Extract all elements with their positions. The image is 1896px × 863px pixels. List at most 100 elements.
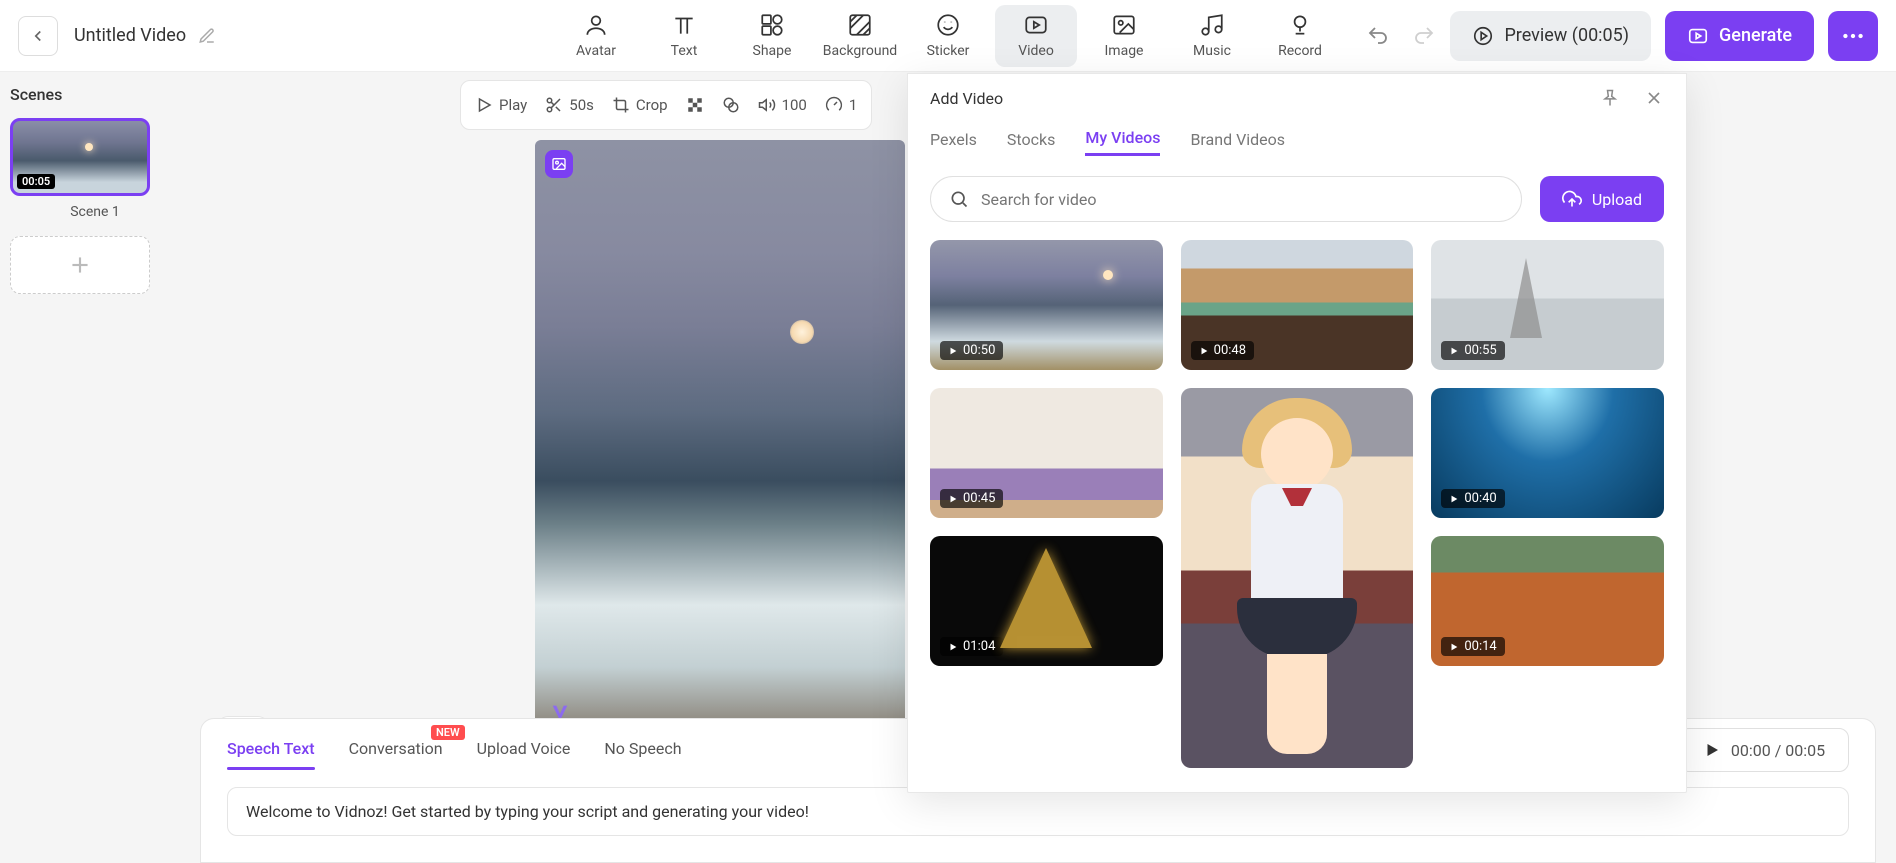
search-input[interactable] bbox=[981, 190, 1503, 209]
tab-conversation[interactable]: ConversationNEW bbox=[349, 739, 443, 762]
tab-my-videos[interactable]: My Videos bbox=[1085, 128, 1160, 156]
close-button[interactable] bbox=[1644, 88, 1664, 108]
video-duration: 00:45 bbox=[940, 489, 1003, 508]
tab-speech-text[interactable]: Speech Text bbox=[227, 739, 315, 762]
time-display: 00:00 / 00:05 bbox=[1731, 741, 1825, 760]
tool-sticker[interactable]: Sticker bbox=[907, 5, 989, 67]
generate-button[interactable]: Generate bbox=[1665, 11, 1814, 61]
scenes-heading: Scenes bbox=[10, 85, 180, 104]
add-scene-button[interactable] bbox=[10, 236, 150, 294]
droplet-icon bbox=[722, 96, 740, 114]
crop-button[interactable]: Crop bbox=[612, 96, 668, 114]
tool-label: Shape bbox=[753, 43, 792, 59]
top-toolbar: Avatar Text Shape Background Sticker Vid… bbox=[555, 5, 1341, 67]
tool-avatar[interactable]: Avatar bbox=[555, 5, 637, 67]
image-badge-icon bbox=[551, 156, 567, 172]
duration-button[interactable]: 50s bbox=[545, 96, 594, 114]
video-grid: 00:50 00:48 00:55 00:45 00:40 01:04 00:1… bbox=[908, 236, 1686, 790]
tab-upload-voice[interactable]: Upload Voice bbox=[477, 739, 571, 762]
tool-music[interactable]: Music bbox=[1171, 5, 1253, 67]
tab-brand-videos[interactable]: Brand Videos bbox=[1190, 130, 1285, 155]
record-icon bbox=[1287, 12, 1313, 38]
tool-record[interactable]: Record bbox=[1259, 5, 1341, 67]
header-right: Preview (00:05) Generate bbox=[1366, 11, 1878, 61]
video-duration: 00:50 bbox=[940, 341, 1003, 360]
video-card[interactable]: 00:55 bbox=[1431, 240, 1664, 370]
add-video-panel: Add Video Pexels Stocks My Videos Brand … bbox=[907, 73, 1687, 793]
play-icon bbox=[1703, 741, 1721, 759]
pin-icon bbox=[1600, 88, 1620, 108]
shape-icon bbox=[759, 12, 785, 38]
tool-label: Music bbox=[1193, 43, 1231, 59]
video-card[interactable]: 00:14 bbox=[1431, 536, 1664, 666]
video-duration: 00:55 bbox=[1441, 341, 1504, 360]
generate-icon bbox=[1687, 25, 1709, 47]
background-icon bbox=[847, 12, 873, 38]
pin-button[interactable] bbox=[1600, 88, 1620, 108]
gauge-icon bbox=[825, 96, 843, 114]
tool-text[interactable]: Text bbox=[643, 5, 725, 67]
video-icon bbox=[1023, 12, 1049, 38]
generate-label: Generate bbox=[1719, 25, 1792, 46]
volume-icon bbox=[758, 96, 776, 114]
edit-title-button[interactable] bbox=[198, 27, 216, 45]
tool-label: Background bbox=[823, 43, 897, 59]
upload-button[interactable]: Upload bbox=[1540, 176, 1664, 222]
pencil-icon bbox=[198, 27, 216, 45]
video-source-tabs: Pexels Stocks My Videos Brand Videos bbox=[908, 122, 1686, 162]
tool-label: Video bbox=[1018, 43, 1054, 59]
tool-background[interactable]: Background bbox=[819, 5, 901, 67]
video-card[interactable]: 00:48 bbox=[1181, 240, 1414, 370]
video-card[interactable]: 00:50 bbox=[930, 240, 1163, 370]
app-header: Untitled Video Avatar Text Shape Backgro… bbox=[0, 0, 1896, 72]
more-button[interactable] bbox=[1828, 11, 1878, 61]
tool-video[interactable]: Video bbox=[995, 5, 1077, 67]
music-icon bbox=[1199, 12, 1225, 38]
volume-button[interactable]: 100 bbox=[758, 96, 807, 114]
speed-button[interactable]: 1 bbox=[825, 96, 857, 114]
redo-button[interactable] bbox=[1412, 24, 1436, 48]
play-button[interactable]: Play bbox=[475, 96, 527, 114]
play-circle-icon bbox=[1472, 25, 1494, 47]
video-card[interactable]: 00:40 bbox=[1431, 388, 1664, 518]
tool-label: Sticker bbox=[927, 43, 970, 59]
preview-button[interactable]: Preview (00:05) bbox=[1450, 11, 1651, 61]
video-card[interactable]: 01:04 bbox=[930, 536, 1163, 666]
opacity-button[interactable] bbox=[686, 96, 704, 114]
video-card[interactable]: 00:45 bbox=[930, 388, 1163, 518]
image-icon bbox=[1111, 12, 1137, 38]
panel-title: Add Video bbox=[930, 89, 1003, 108]
scene-label: Scene 1 bbox=[10, 204, 180, 220]
undo-button[interactable] bbox=[1366, 24, 1390, 48]
search-field[interactable] bbox=[930, 176, 1522, 222]
project-title[interactable]: Untitled Video bbox=[74, 25, 186, 46]
element-badge[interactable] bbox=[545, 150, 573, 178]
tool-image[interactable]: Image bbox=[1083, 5, 1165, 67]
checkerboard-icon bbox=[686, 96, 704, 114]
tab-pexels[interactable]: Pexels bbox=[930, 130, 977, 155]
scene-duration: 00:05 bbox=[17, 174, 55, 189]
scene-thumbnail[interactable]: 00:05 bbox=[10, 118, 150, 196]
tool-shape[interactable]: Shape bbox=[731, 5, 813, 67]
tool-label: Record bbox=[1278, 43, 1322, 59]
canvas-toolbar: Play 50s Crop 100 1 bbox=[460, 80, 872, 130]
upload-label: Upload bbox=[1592, 190, 1642, 209]
effects-button[interactable] bbox=[722, 96, 740, 114]
video-duration: 00:48 bbox=[1191, 341, 1254, 360]
text-icon bbox=[671, 12, 697, 38]
tab-no-speech[interactable]: No Speech bbox=[604, 739, 681, 762]
tool-label: Image bbox=[1105, 43, 1144, 59]
undo-icon bbox=[1366, 24, 1390, 48]
preview-label: Preview (00:05) bbox=[1504, 25, 1629, 46]
chevron-left-icon bbox=[29, 27, 47, 45]
avatar-icon bbox=[583, 12, 609, 38]
new-badge: NEW bbox=[431, 725, 465, 740]
script-textarea[interactable]: Welcome to Vidnoz! Get started by typing… bbox=[227, 787, 1849, 836]
back-button[interactable] bbox=[18, 16, 58, 56]
video-duration: 00:40 bbox=[1441, 489, 1504, 508]
canvas-preview[interactable]: Vidnoz bbox=[535, 140, 905, 760]
tab-stocks[interactable]: Stocks bbox=[1007, 130, 1055, 155]
video-duration: 01:04 bbox=[940, 637, 1003, 656]
playback-control[interactable]: 00:00 / 00:05 bbox=[1679, 728, 1849, 772]
video-card[interactable] bbox=[1181, 388, 1414, 768]
